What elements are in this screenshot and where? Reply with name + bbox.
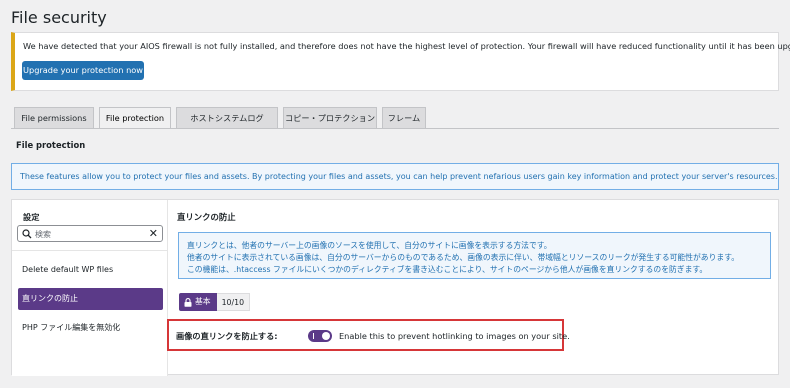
firewall-warning-notice: We have detected that your AIOS firewall…: [11, 32, 790, 91]
tab-file-permissions[interactable]: File permissions: [14, 107, 94, 128]
tab-host-system-log[interactable]: ホストシステムログ: [176, 107, 278, 128]
sidebar-item-delete-default-files[interactable]: Delete default WP files: [18, 259, 163, 281]
description-line: この機能は、.htaccess ファイルにいくつかのディレクティブを書き込むこと…: [187, 265, 708, 274]
tab-copy-protection[interactable]: コピー・プロテクション: [283, 107, 377, 128]
tab-divider: [11, 128, 779, 129]
toggle-on-indicator: [313, 333, 314, 339]
settings-sidebar: 設定 ✕ Delete default WP files 直リンクの防止 PHP…: [12, 200, 168, 376]
tab-frames[interactable]: フレーム: [382, 107, 426, 128]
section-heading: File protection: [16, 140, 86, 150]
description-box: 直リンクとは、他者のサーバー上の画像のソースを使用して、自分のサイトに画像を表示…: [178, 232, 771, 279]
hotlink-setting-row: 画像の直リンクを防止する: Enable this to prevent hot…: [176, 329, 570, 343]
lock-icon: [184, 297, 192, 307]
sidebar-divider: [12, 250, 168, 251]
setting-label: 画像の直リンクを防止する:: [176, 331, 278, 341]
info-text: These features allow you to protect your…: [20, 172, 778, 181]
search-input[interactable]: [35, 228, 145, 240]
sidebar-item-disable-php-edit[interactable]: PHP ファイル編集を無効化: [18, 317, 163, 339]
description-line: 他者のサイトに表示されている画像は、自分のサーバーからのものであるため、画像の表…: [187, 253, 740, 262]
badge-level-text: 基本: [195, 297, 211, 306]
security-level-badge: 基本 10/10: [179, 293, 251, 311]
badge-score: 10/10: [216, 293, 251, 311]
content-title: 直リンクの防止: [177, 212, 236, 222]
tab-file-protection[interactable]: File protection: [99, 107, 171, 129]
page-title: File security: [11, 8, 107, 27]
hotlink-toggle[interactable]: [308, 330, 332, 342]
toggle-knob: [322, 332, 330, 340]
description-line: 直リンクとは、他者のサーバー上の画像のソースを使用して、自分のサイトに画像を表示…: [187, 241, 552, 250]
notice-text: We have detected that your AIOS firewall…: [23, 41, 790, 51]
setting-description: Enable this to prevent hotlinking to ima…: [339, 331, 570, 341]
sidebar-item-hotlink-prevention[interactable]: 直リンクの防止: [18, 288, 163, 310]
upgrade-protection-button[interactable]: Upgrade your protection now: [22, 61, 144, 80]
search-icon: [22, 229, 32, 239]
info-box: These features allow you to protect your…: [11, 163, 779, 190]
search-box: ✕: [17, 225, 163, 242]
sidebar-title: 設定: [23, 212, 40, 222]
close-icon[interactable]: ✕: [149, 226, 158, 241]
badge-level: 基本: [179, 293, 217, 311]
